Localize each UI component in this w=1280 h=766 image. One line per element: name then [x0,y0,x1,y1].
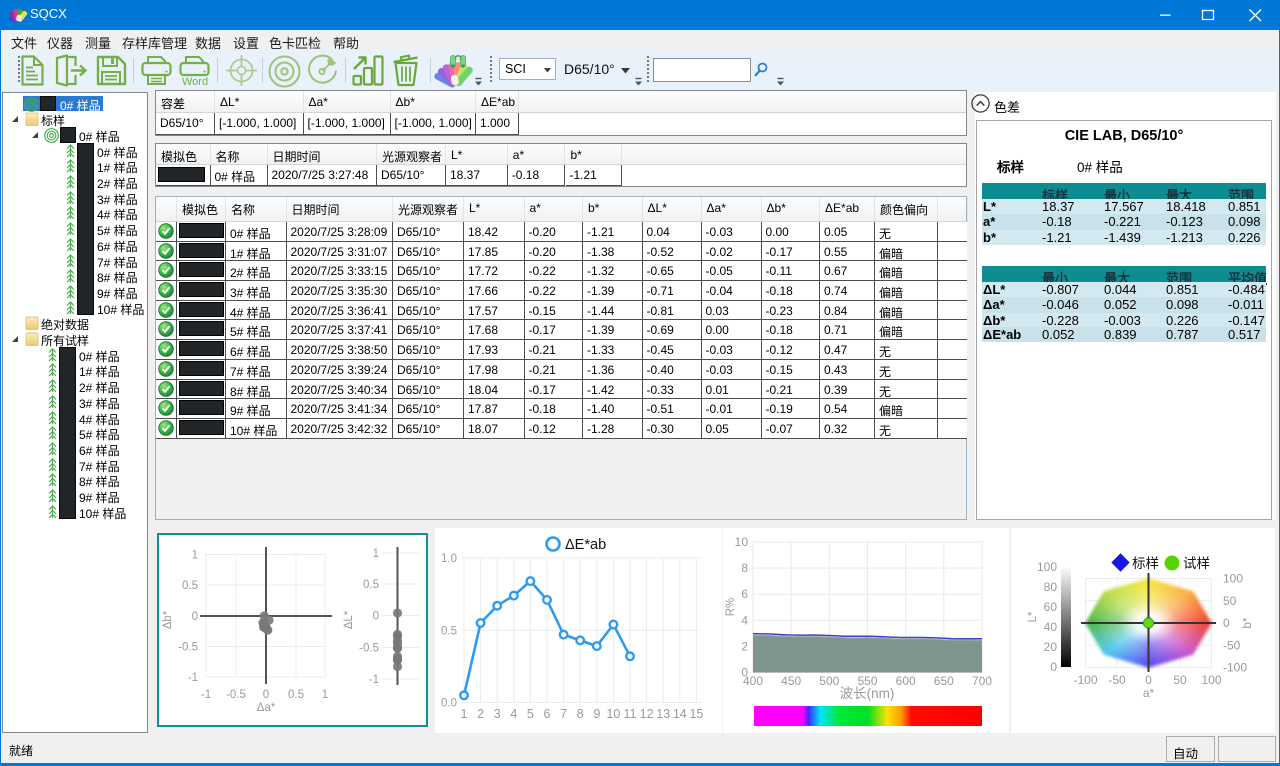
svg-text:0.0: 0.0 [441,698,457,710]
svg-text:0: 0 [1223,616,1230,630]
svg-text:10: 10 [606,707,620,721]
svg-text:13: 13 [656,707,670,721]
svg-text:2: 2 [477,707,484,721]
svg-text:500: 500 [819,674,839,688]
svg-text:11: 11 [624,707,637,721]
svg-text:15: 15 [689,707,703,721]
svg-text:0: 0 [1145,673,1152,687]
svg-text:-50: -50 [1108,673,1126,687]
svg-text:波长(nm): 波长(nm) [840,686,895,701]
svg-text:0.5: 0.5 [288,689,304,701]
svg-text:-0.5: -0.5 [359,643,379,655]
svg-text:8: 8 [741,561,748,575]
svg-text:Δa*: Δa* [257,702,276,714]
svg-text:400: 400 [743,674,763,688]
svg-text:8: 8 [577,707,584,721]
svg-text:50: 50 [1173,673,1187,687]
svg-text:600: 600 [896,674,916,688]
svg-text:60: 60 [1044,600,1058,614]
svg-text:0.5: 0.5 [182,580,198,592]
svg-text:Δb*: Δb* [162,610,174,629]
svg-text:100: 100 [1201,673,1221,687]
svg-text:5: 5 [527,707,534,721]
svg-text:20: 20 [1044,640,1058,654]
svg-text:-0.5: -0.5 [178,642,198,654]
svg-text:-1: -1 [201,689,211,701]
svg-text:ΔL*: ΔL* [343,610,355,629]
svg-text:650: 650 [934,674,954,688]
svg-text:6: 6 [544,707,551,721]
svg-text:12: 12 [640,707,654,721]
svg-text:4: 4 [510,707,517,721]
svg-text:标样: 标样 [1132,556,1159,571]
svg-text:100: 100 [1037,560,1057,574]
svg-text:Word: Word [182,76,208,87]
svg-text:100: 100 [1223,572,1243,586]
svg-text:-100: -100 [1223,661,1247,675]
svg-text:试样: 试样 [1183,556,1210,571]
svg-text:14: 14 [673,707,687,721]
svg-text:-0.5: -0.5 [226,689,246,701]
svg-text:b*: b* [1242,617,1254,628]
svg-text:80: 80 [1044,580,1058,594]
svg-text:7: 7 [560,707,567,721]
svg-text:700: 700 [972,674,992,688]
svg-text:0: 0 [263,689,269,701]
svg-text:1: 1 [373,548,379,560]
svg-text:1: 1 [192,550,198,562]
svg-text:ΔE*ab: ΔE*ab [565,537,606,553]
svg-text:-100: -100 [1073,673,1097,687]
svg-text:3: 3 [494,707,501,721]
svg-text:-1: -1 [188,672,198,684]
svg-text:0.5: 0.5 [363,579,379,591]
svg-text:40: 40 [1044,620,1058,634]
svg-text:1: 1 [461,707,468,721]
svg-text:0: 0 [373,611,379,623]
svg-text:4: 4 [741,613,748,627]
svg-text:-1: -1 [369,674,379,686]
svg-text:10: 10 [735,535,749,549]
svg-text:2: 2 [741,639,748,653]
svg-text:6: 6 [741,587,748,601]
svg-text:9: 9 [593,707,600,721]
svg-text:0: 0 [192,611,198,623]
svg-text:450: 450 [781,674,801,688]
svg-text:0: 0 [1050,660,1057,674]
svg-text:1: 1 [322,689,328,701]
svg-text:50: 50 [1223,594,1237,608]
svg-text:-50: -50 [1223,638,1241,652]
svg-text:1.0: 1.0 [441,553,457,565]
svg-text:a*: a* [1143,686,1155,700]
svg-text:0.5: 0.5 [441,625,457,637]
svg-text:L*: L* [1027,611,1039,622]
svg-text:R%: R% [725,598,737,617]
